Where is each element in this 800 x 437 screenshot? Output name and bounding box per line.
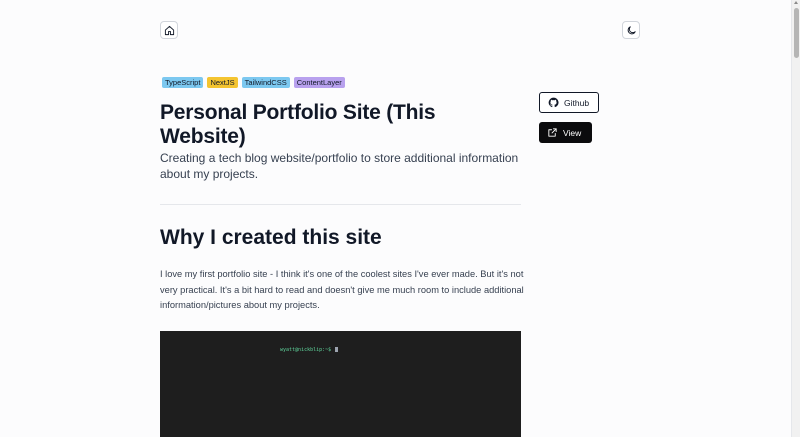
- page: TypeScript NextJS TailwindCSS ContentLay…: [0, 0, 800, 437]
- page-title: Personal Portfolio Site (This Website): [160, 101, 436, 148]
- tag-contentlayer: ContentLayer: [293, 77, 345, 88]
- tag-list: TypeScript NextJS TailwindCSS ContentLay…: [162, 77, 345, 88]
- moon-icon: [627, 25, 636, 34]
- terminal-prompt: wyatt@nickblip:~$: [280, 347, 332, 353]
- tag-nextjs: NextJS: [207, 77, 238, 88]
- view-button-label: View: [563, 127, 582, 138]
- page-subtitle: Creating a tech blog website/portfolio t…: [160, 151, 519, 181]
- home-button[interactable]: [160, 21, 178, 39]
- terminal-screenshot: wyatt@nickblip:~$: [160, 331, 521, 437]
- external-link-icon: [548, 128, 557, 137]
- theme-toggle-button[interactable]: [622, 21, 640, 39]
- scrollbar-thumb[interactable]: [794, 8, 799, 58]
- tag-typescript: TypeScript: [162, 77, 204, 88]
- view-button[interactable]: View: [539, 122, 592, 143]
- terminal-cursor: [335, 347, 339, 352]
- github-button[interactable]: Github: [539, 92, 599, 113]
- github-button-label: Github: [564, 97, 590, 108]
- terminal-prompt-line: wyatt@nickblip:~$: [280, 347, 339, 353]
- divider: [160, 204, 521, 205]
- section-paragraph: I love my first portfolio site - I think…: [160, 269, 524, 310]
- section-heading: Why I created this site: [160, 226, 382, 249]
- scrollbar[interactable]: [791, 0, 800, 437]
- tag-tailwindcss: TailwindCSS: [241, 77, 290, 88]
- home-icon: [164, 25, 174, 35]
- scroll-up-arrow-icon[interactable]: [794, 1, 798, 4]
- github-icon: [548, 97, 559, 108]
